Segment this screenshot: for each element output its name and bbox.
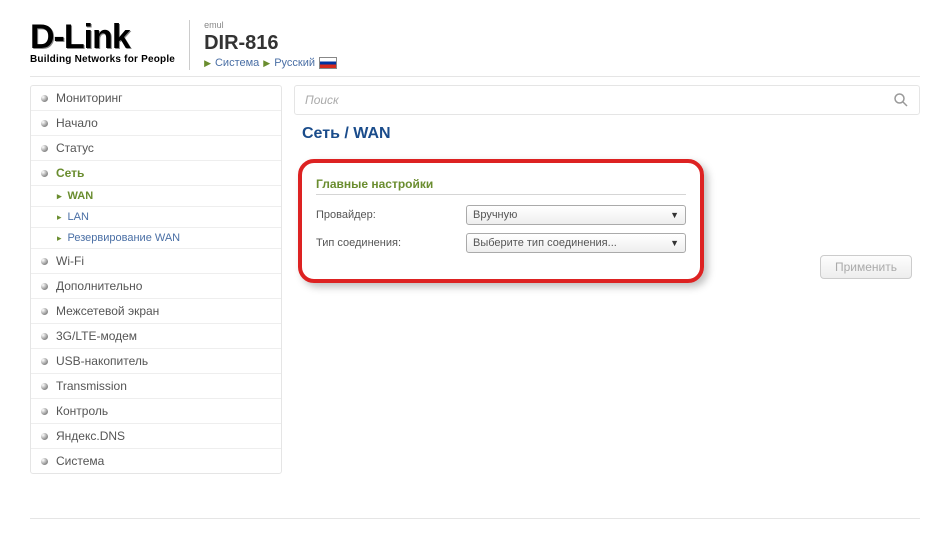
breadcrumb-system[interactable]: Система xyxy=(215,57,259,69)
settings-panel: Главные настройки Провайдер: Вручную ▼ Т… xyxy=(298,159,704,283)
bullet-icon xyxy=(41,358,48,365)
bullet-icon xyxy=(41,145,48,152)
search-input[interactable]: Поиск xyxy=(294,85,920,115)
sidebar-item-label: Wi-Fi xyxy=(56,254,84,268)
brand-name: D-Link xyxy=(30,20,175,54)
breadcrumb-language[interactable]: Русский xyxy=(274,57,315,69)
connection-type-label: Тип соединения: xyxy=(316,237,466,249)
provider-select[interactable]: Вручную ▼ xyxy=(466,205,686,225)
sidebar-item-label: Transmission xyxy=(56,379,127,393)
chevron-right-icon: ▶ xyxy=(263,58,270,69)
sidebar-item-system[interactable]: Система xyxy=(31,449,281,473)
sidebar-item-modem[interactable]: 3G/LTE-модем xyxy=(31,324,281,349)
chevron-right-icon: ▸ xyxy=(57,191,62,202)
sidebar-item-label: USB-накопитель xyxy=(56,354,148,368)
apply-button[interactable]: Применить xyxy=(820,255,912,279)
chevron-right-icon: ▸ xyxy=(57,233,62,244)
header-tag: emul xyxy=(204,20,337,30)
sidebar-item-yandexdns[interactable]: Яндекс.DNS xyxy=(31,424,281,449)
header-right: emul DIR-816 ▶ Система ▶ Русский xyxy=(204,20,337,69)
search-icon xyxy=(893,92,909,108)
sidebar-item-label: Дополнительно xyxy=(56,279,142,293)
sidebar-item-label: Сеть xyxy=(56,166,84,180)
provider-value: Вручную xyxy=(473,209,517,221)
bullet-icon xyxy=(41,258,48,265)
connection-type-select[interactable]: Выберите тип соединения... ▼ xyxy=(466,233,686,253)
sidebar-item-start[interactable]: Начало xyxy=(31,111,281,136)
bullet-icon xyxy=(41,120,48,127)
connection-type-value: Выберите тип соединения... xyxy=(473,237,617,249)
chevron-right-icon: ▶ xyxy=(204,58,211,69)
sidebar-item-transmission[interactable]: Transmission xyxy=(31,374,281,399)
sidebar-item-advanced[interactable]: Дополнительно xyxy=(31,274,281,299)
bullet-icon xyxy=(41,283,48,290)
sidebar: Мониторинг Начало Статус Сеть ▸WAN ▸LAN … xyxy=(30,85,282,474)
model-number: DIR-816 xyxy=(204,32,337,55)
search-placeholder: Поиск xyxy=(305,93,339,107)
sidebar-item-label: Межсетевой экран xyxy=(56,304,159,318)
sidebar-item-usb[interactable]: USB-накопитель xyxy=(31,349,281,374)
bullet-icon xyxy=(41,433,48,440)
chevron-down-icon: ▼ xyxy=(670,210,679,220)
bullet-icon xyxy=(41,408,48,415)
bullet-icon xyxy=(41,383,48,390)
bullet-icon xyxy=(41,333,48,340)
bullet-icon xyxy=(41,308,48,315)
sidebar-item-network[interactable]: Сеть xyxy=(31,161,281,186)
bullet-icon xyxy=(41,95,48,102)
sidebar-item-wifi[interactable]: Wi-Fi xyxy=(31,249,281,274)
sidebar-item-label: Начало xyxy=(56,116,98,130)
sidebar-item-label: Мониторинг xyxy=(56,91,123,105)
chevron-right-icon: ▸ xyxy=(57,212,62,223)
sidebar-item-label: Статус xyxy=(56,141,94,155)
header-divider xyxy=(189,20,190,70)
breadcrumb: ▶ Система ▶ Русский xyxy=(204,57,337,69)
sidebar-item-label: 3G/LTE-модем xyxy=(56,329,137,343)
sidebar-item-monitoring[interactable]: Мониторинг xyxy=(31,86,281,111)
page-title: Сеть / WAN xyxy=(302,125,920,143)
brand-logo: D-Link Building Networks for People xyxy=(30,20,175,65)
provider-row: Провайдер: Вручную ▼ xyxy=(316,205,686,225)
section-title: Главные настройки xyxy=(316,177,686,195)
sidebar-subitem-label: Резервирование WAN xyxy=(68,232,181,244)
main-content: Поиск Сеть / WAN Главные настройки Прова… xyxy=(294,85,920,283)
footer-divider xyxy=(30,518,920,519)
sidebar-subitem-lan[interactable]: ▸ LAN xyxy=(31,207,281,228)
sidebar-subitem-wan-backup[interactable]: ▸ Резервирование WAN xyxy=(31,228,281,249)
header: D-Link Building Networks for People emul… xyxy=(30,20,920,77)
sidebar-subitem-label: WAN xyxy=(68,190,94,202)
bullet-icon xyxy=(41,170,48,177)
bullet-icon xyxy=(41,458,48,465)
sidebar-item-label: Яндекс.DNS xyxy=(56,429,125,443)
chevron-down-icon: ▼ xyxy=(670,238,679,248)
provider-label: Провайдер: xyxy=(316,209,466,221)
flag-ru-icon[interactable] xyxy=(319,57,337,69)
sidebar-subitem-wan[interactable]: ▸ WAN xyxy=(31,186,281,207)
sidebar-subitem-label: LAN xyxy=(68,211,89,223)
connection-type-row: Тип соединения: Выберите тип соединения.… xyxy=(316,233,686,253)
sidebar-item-label: Контроль xyxy=(56,404,108,418)
sidebar-item-firewall[interactable]: Межсетевой экран xyxy=(31,299,281,324)
sidebar-item-label: Система xyxy=(56,454,104,468)
sidebar-item-control[interactable]: Контроль xyxy=(31,399,281,424)
sidebar-item-status[interactable]: Статус xyxy=(31,136,281,161)
brand-tagline: Building Networks for People xyxy=(30,54,175,65)
